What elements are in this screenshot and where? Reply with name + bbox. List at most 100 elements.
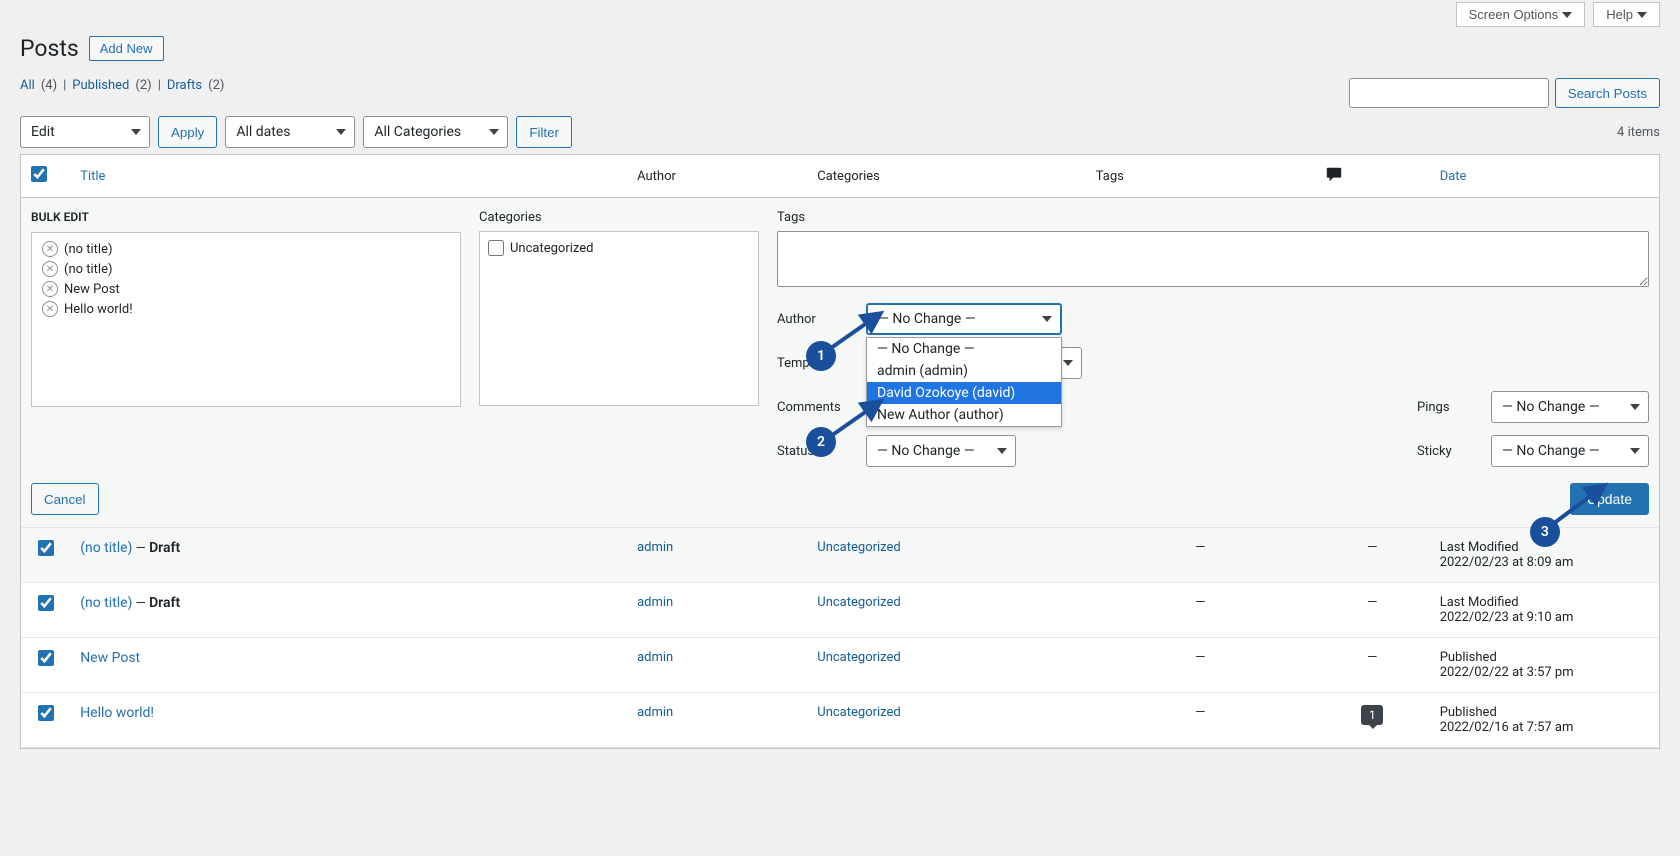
- post-author-link[interactable]: admin: [637, 705, 673, 720]
- column-author: Author: [627, 155, 807, 198]
- post-author-link[interactable]: admin: [637, 650, 673, 665]
- chevron-down-icon: [1042, 316, 1052, 322]
- post-tags: —: [1086, 638, 1315, 693]
- table-row: New PostadminUncategorized——Published202…: [21, 638, 1659, 693]
- table-row: (no title) — DraftadminUncategorized——La…: [21, 583, 1659, 638]
- sticky-select[interactable]: — No Change —: [1491, 435, 1649, 467]
- remove-icon[interactable]: ✕: [42, 301, 58, 317]
- bulk-title-item: ✕New Post: [38, 279, 454, 299]
- remove-icon[interactable]: ✕: [42, 281, 58, 297]
- category-filter-select[interactable]: All Categories: [363, 116, 508, 148]
- post-date: Published2022/02/16 at 7:57 am: [1430, 693, 1659, 748]
- author-option[interactable]: New Author (author): [867, 404, 1061, 426]
- bulk-title-item: ✕(no title): [38, 259, 454, 279]
- post-category-link[interactable]: Uncategorized: [817, 650, 900, 665]
- chevron-down-icon: [131, 129, 141, 135]
- filter-drafts-count: (2): [208, 78, 224, 93]
- chevron-down-icon: [489, 129, 499, 135]
- filter-button[interactable]: Filter: [516, 116, 572, 148]
- filter-published-link[interactable]: Published: [72, 78, 129, 93]
- select-all-checkbox[interactable]: [31, 166, 47, 182]
- search-posts-button[interactable]: Search Posts: [1555, 78, 1660, 108]
- bulk-action-select[interactable]: Edit: [20, 116, 150, 148]
- author-select[interactable]: — No Change —: [866, 303, 1062, 335]
- post-tags: —: [1086, 693, 1315, 748]
- remove-icon[interactable]: ✕: [42, 241, 58, 257]
- chevron-down-icon: [336, 129, 346, 135]
- update-button[interactable]: Update: [1570, 483, 1649, 515]
- bulk-edit-heading: BULK EDIT: [31, 210, 461, 224]
- sticky-label: Sticky: [1417, 444, 1477, 459]
- items-count: 4 items: [1617, 125, 1660, 140]
- search-input[interactable]: [1349, 78, 1549, 108]
- author-dropdown[interactable]: — No Change —admin (admin)David Ozokoye …: [866, 337, 1062, 427]
- filter-drafts-link[interactable]: Drafts: [167, 78, 202, 93]
- chevron-down-icon: [1063, 360, 1073, 366]
- pings-label: Pings: [1417, 400, 1477, 415]
- tags-label: Tags: [777, 210, 1649, 225]
- screen-options-button[interactable]: Screen Options: [1456, 2, 1586, 27]
- annotation-2: 2: [806, 427, 836, 457]
- post-tags: —: [1086, 583, 1315, 638]
- chevron-down-icon: [1562, 12, 1572, 18]
- row-checkbox[interactable]: [38, 595, 54, 611]
- cancel-button[interactable]: Cancel: [31, 483, 99, 515]
- post-date: Last Modified2022/02/23 at 9:10 am: [1430, 583, 1659, 638]
- tags-input[interactable]: [777, 231, 1649, 287]
- column-comments: [1315, 155, 1430, 198]
- column-categories: Categories: [807, 155, 1085, 198]
- chevron-down-icon: [1637, 12, 1647, 18]
- author-option[interactable]: admin (admin): [867, 360, 1061, 382]
- chevron-down-icon: [997, 448, 1007, 454]
- author-option[interactable]: — No Change —: [867, 338, 1061, 360]
- post-title-link[interactable]: New Post: [80, 650, 140, 666]
- table-row: (no title) — DraftadminUncategorized——La…: [21, 528, 1659, 583]
- chevron-down-icon: [1630, 404, 1640, 410]
- author-label: Author: [777, 312, 852, 327]
- page-title: Posts: [20, 35, 79, 62]
- column-date[interactable]: Date: [1440, 169, 1467, 184]
- bulk-title-item: ✕(no title): [38, 239, 454, 259]
- filter-all-link[interactable]: All: [20, 78, 35, 93]
- filter-published-count: (2): [135, 78, 151, 93]
- chevron-down-icon: [1630, 448, 1640, 454]
- column-title[interactable]: Title: [80, 169, 105, 184]
- author-option[interactable]: David Ozokoye (david): [867, 382, 1061, 404]
- annotation-1: 1: [806, 341, 836, 371]
- comment-count-badge[interactable]: 1: [1361, 705, 1383, 725]
- filter-all-count: (4): [41, 78, 57, 93]
- post-author-link[interactable]: admin: [637, 540, 673, 555]
- category-uncategorized[interactable]: Uncategorized: [488, 240, 750, 256]
- row-checkbox[interactable]: [38, 540, 54, 556]
- help-button[interactable]: Help: [1593, 2, 1660, 27]
- comments-label: Comments: [777, 400, 852, 415]
- status-select[interactable]: — No Change —: [866, 435, 1016, 467]
- row-checkbox[interactable]: [38, 705, 54, 721]
- categories-label: Categories: [479, 210, 759, 225]
- row-checkbox[interactable]: [38, 650, 54, 666]
- remove-icon[interactable]: ✕: [42, 261, 58, 277]
- annotation-3: 3: [1530, 517, 1560, 547]
- post-date: Published2022/02/22 at 3:57 pm: [1430, 638, 1659, 693]
- post-comments: —: [1315, 583, 1430, 638]
- post-title-link[interactable]: Hello world!: [80, 705, 154, 721]
- post-author-link[interactable]: admin: [637, 595, 673, 610]
- column-tags: Tags: [1086, 155, 1315, 198]
- post-category-link[interactable]: Uncategorized: [817, 540, 900, 555]
- post-title-link[interactable]: (no title): [80, 540, 132, 556]
- post-comments: —: [1315, 638, 1430, 693]
- date-filter-select[interactable]: All dates: [225, 116, 355, 148]
- post-tags: —: [1086, 528, 1315, 583]
- bulk-titles-list[interactable]: ✕(no title)✕(no title)✕New Post✕Hello wo…: [31, 232, 461, 407]
- pings-select[interactable]: — No Change —: [1491, 391, 1649, 423]
- add-new-button[interactable]: Add New: [89, 36, 164, 61]
- post-comments: 1: [1315, 693, 1430, 748]
- post-title-link[interactable]: (no title): [80, 595, 132, 611]
- categories-box[interactable]: Uncategorized: [479, 231, 759, 406]
- bulk-title-item: ✕Hello world!: [38, 299, 454, 319]
- post-category-link[interactable]: Uncategorized: [817, 595, 900, 610]
- apply-button[interactable]: Apply: [158, 116, 217, 148]
- table-row: Hello world! admin Uncategorized — 1 Publishe…: [21, 693, 1659, 748]
- post-comments: —: [1315, 528, 1430, 583]
- post-category-link[interactable]: Uncategorized: [817, 705, 900, 720]
